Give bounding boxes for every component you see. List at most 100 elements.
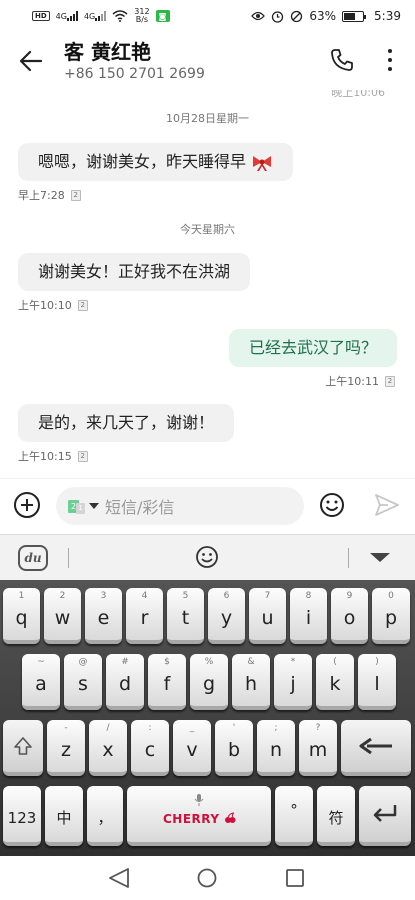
- key-label: x: [102, 739, 114, 761]
- signal-icon: [95, 11, 107, 21]
- key-h[interactable]: & h: [232, 654, 270, 710]
- space-key[interactable]: CHERRY: [127, 786, 271, 846]
- dropdown-caret-icon: [89, 503, 99, 509]
- key-label: z: [61, 739, 71, 761]
- bow-emoji-icon: [253, 155, 272, 171]
- smiley-icon: [196, 546, 218, 568]
- recents-nav-icon[interactable]: [286, 869, 304, 887]
- more-options-button[interactable]: [376, 44, 404, 76]
- message-text: 嗯嗯，谢谢美女，昨天睡得早: [38, 152, 247, 171]
- divider: [68, 548, 69, 568]
- sim-badge: 2: [77, 450, 88, 462]
- key-y[interactable]: 6y: [208, 588, 245, 644]
- key-t[interactable]: 5t: [167, 588, 204, 644]
- language-key[interactable]: 中: [45, 786, 83, 846]
- status-left: HD 4G 4G 312 B/s ◙: [32, 8, 170, 24]
- key-alt-label: 6: [223, 591, 230, 601]
- key-alt-label: ': [232, 723, 236, 733]
- key-n[interactable]: ; n: [257, 720, 295, 776]
- symbol-key[interactable]: 符: [317, 786, 355, 846]
- key-alt-label: _: [189, 723, 195, 733]
- key-x[interactable]: / x: [89, 720, 127, 776]
- comma-key[interactable]: ，: [87, 786, 123, 846]
- key-p[interactable]: 0p: [372, 588, 410, 644]
- add-attachment-button[interactable]: [14, 492, 40, 518]
- key-j[interactable]: * j: [274, 654, 312, 710]
- key-label: c: [144, 739, 156, 761]
- ime-emoji-button[interactable]: [195, 545, 219, 569]
- key-alt-label: 1: [18, 591, 25, 601]
- backspace-key[interactable]: [341, 720, 411, 776]
- key-label: y: [220, 607, 233, 629]
- message-list[interactable]: 晚上10:06 10月28日星期一 嗯嗯，谢谢美女，昨天睡得早 早上7:28 2…: [0, 90, 415, 478]
- enter-key[interactable]: [359, 786, 411, 846]
- message-meta: 上午10:10 2: [18, 297, 88, 313]
- key-m[interactable]: ? m: [299, 720, 337, 776]
- date-separator: 10月28日星期一: [166, 112, 249, 125]
- key-c[interactable]: :c: [131, 720, 169, 776]
- emoji-button[interactable]: [319, 492, 345, 518]
- key-d[interactable]: # d: [106, 654, 144, 710]
- key-label: s: [78, 673, 88, 695]
- message-input[interactable]: 2 1 短信/彩信: [56, 487, 304, 525]
- key-label: m: [308, 739, 328, 761]
- key-z[interactable]: -z: [47, 720, 85, 776]
- key-l[interactable]: ) l: [358, 654, 396, 710]
- collapse-keyboard-icon[interactable]: [370, 553, 390, 562]
- key-alt-label: /: [106, 723, 110, 733]
- message-time: 上午10:15: [18, 450, 72, 463]
- message-input-placeholder: 短信/彩信: [105, 498, 175, 517]
- incoming-message[interactable]: 嗯嗯，谢谢美女，昨天睡得早: [18, 143, 294, 181]
- phone-icon: [331, 49, 353, 71]
- shift-key[interactable]: [3, 720, 43, 776]
- key-u[interactable]: 7u: [249, 588, 286, 644]
- shift-icon: [14, 737, 32, 755]
- dot: [388, 49, 392, 53]
- incoming-message[interactable]: 谢谢美女！正好我不在洪湖: [18, 253, 251, 291]
- key-k[interactable]: (k: [316, 654, 354, 710]
- key-i[interactable]: 8i: [290, 588, 327, 644]
- key-alt-label: 8: [305, 591, 312, 601]
- key-f[interactable]: $ f: [148, 654, 186, 710]
- sim-badge: 2: [77, 299, 88, 311]
- key-alt-label: -: [64, 723, 68, 733]
- key-b[interactable]: ' b: [215, 720, 253, 776]
- key-w[interactable]: 2w: [44, 588, 81, 644]
- degree-key[interactable]: °: [275, 786, 313, 846]
- key-label: °: [290, 801, 298, 819]
- key-q[interactable]: 1q: [3, 588, 40, 644]
- key-alt-label: ): [375, 657, 379, 667]
- battery-percent: 63%: [309, 9, 337, 23]
- back-button[interactable]: [14, 44, 48, 78]
- back-nav-icon[interactable]: [108, 868, 130, 888]
- status-bar: HD 4G 4G 312 B/s ◙ 63% 5:39: [0, 0, 415, 32]
- key-alt-label: $: [164, 657, 170, 667]
- key-e[interactable]: 3e: [85, 588, 122, 644]
- ime-logo[interactable]: du: [18, 545, 48, 571]
- key-g[interactable]: % g: [190, 654, 228, 710]
- outgoing-message[interactable]: 已经去武汉了吗？: [228, 329, 397, 367]
- alarm-icon: [272, 10, 284, 23]
- send-button[interactable]: [374, 493, 400, 517]
- key-v[interactable]: _ v: [173, 720, 211, 776]
- numeric-key[interactable]: 123: [3, 786, 41, 846]
- key-label: i: [305, 607, 312, 629]
- home-nav-icon[interactable]: [197, 868, 217, 888]
- key-s[interactable]: @ s: [64, 654, 102, 710]
- key-alt-label: (: [333, 657, 337, 667]
- key-label: ，: [97, 809, 113, 827]
- key-label: o: [343, 607, 356, 629]
- message-meta: 上午10:11 2: [325, 373, 395, 389]
- key-o[interactable]: 9o: [331, 588, 368, 644]
- call-button[interactable]: [326, 44, 358, 76]
- sim-selector[interactable]: 2 1: [68, 499, 99, 514]
- microphone-icon: [194, 794, 204, 806]
- key-label: l: [374, 673, 380, 695]
- contact-name[interactable]: 客 黄红艳: [64, 36, 151, 65]
- sim-badge: 2: [385, 375, 395, 387]
- key-r[interactable]: 4r: [126, 588, 163, 644]
- key-label: t: [181, 607, 190, 629]
- incoming-message[interactable]: 是的，来几天了，谢谢！: [18, 404, 235, 442]
- clipped-timestamp: 晚上10:06: [331, 90, 385, 99]
- key-a[interactable]: ~ a: [22, 654, 60, 710]
